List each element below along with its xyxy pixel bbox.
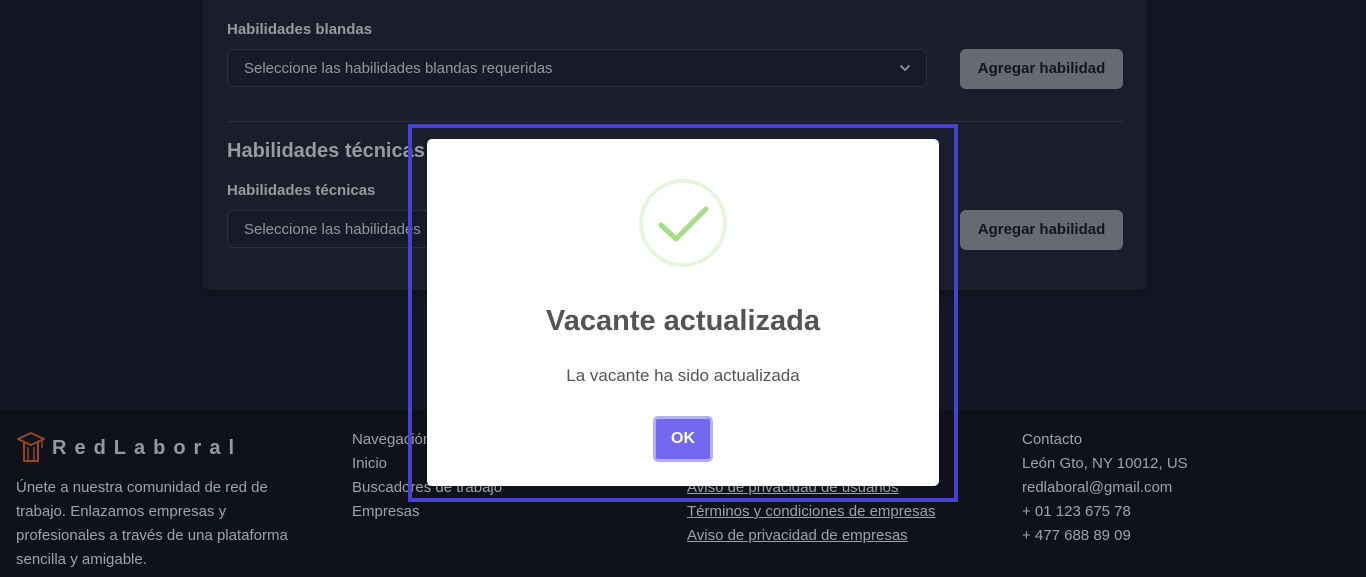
success-check-icon (639, 179, 727, 267)
dialog-title: Vacante actualizada (545, 305, 821, 337)
ok-button[interactable]: OK (653, 416, 713, 462)
success-dialog: Vacante actualizada La vacante ha sido a… (427, 139, 939, 486)
page: Habilidades blandas Seleccione las habil… (0, 0, 1366, 577)
dialog-message: La vacante ha sido actualizada (566, 366, 800, 385)
